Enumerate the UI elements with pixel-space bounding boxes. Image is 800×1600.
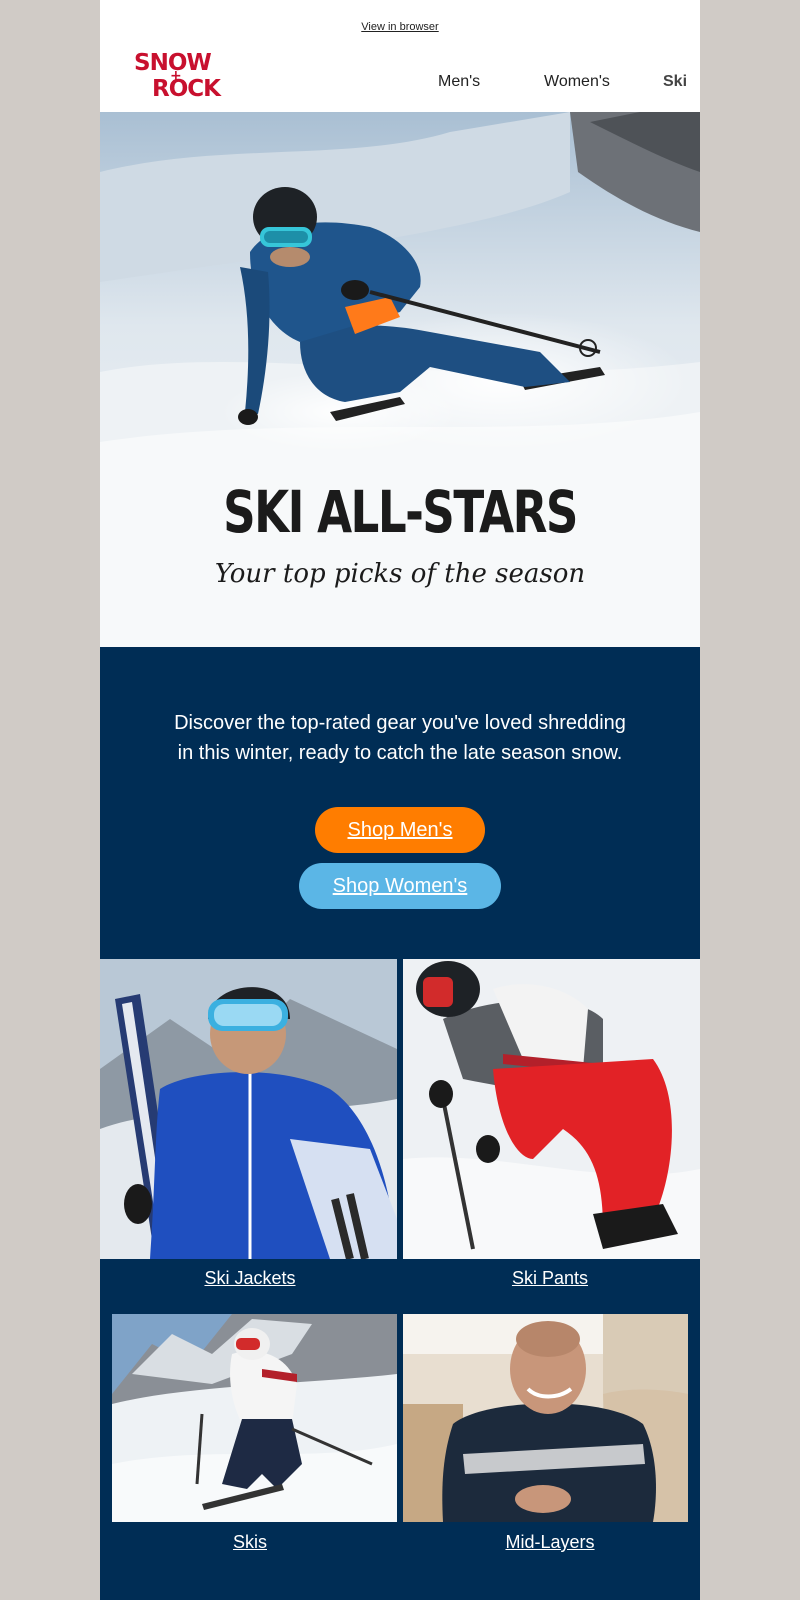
ski-pants-image[interactable] [403,959,700,1259]
skis-image[interactable] [112,1314,397,1522]
ski-jackets-image[interactable] [100,959,397,1259]
snow-rock-logo[interactable]: SNOW + ROCK [134,48,230,100]
hero-subtitle: Your top picks of the season [214,559,586,589]
intro-section: Discover the top-rated gear you've loved… [100,647,700,959]
email-container: View in browser SNOW + ROCK Men's Women'… [100,0,700,1600]
hero-banner[interactable]: SKI ALL-STARS Your top picks of the seas… [100,112,700,647]
skis-link[interactable]: Skis [100,1532,400,1553]
hero-title: SKI ALL-STARS [223,478,578,546]
skis-photo [112,1314,397,1522]
ski-pants-photo [403,959,700,1259]
mid-layers-link[interactable]: Mid-Layers [400,1532,700,1553]
ski-pants-link[interactable]: Ski Pants [400,1268,700,1289]
view-in-browser-link[interactable]: View in browser [100,21,700,33]
nav-ski[interactable]: Ski [663,73,687,91]
mid-layers-image[interactable] [403,1314,688,1522]
svg-text:ROCK: ROCK [152,76,222,100]
nav-mens[interactable]: Men's [438,73,480,91]
nav-womens[interactable]: Women's [544,73,610,91]
ski-jackets-photo [100,959,397,1259]
ski-jackets-link[interactable]: Ski Jackets [100,1268,400,1289]
shop-mens-button[interactable]: Shop Men's [315,807,485,853]
email-header: View in browser SNOW + ROCK Men's Women'… [100,0,700,112]
shop-womens-button[interactable]: Shop Women's [299,863,501,909]
intro-text: Discover the top-rated gear you've loved… [174,712,626,764]
mid-layers-photo [403,1314,688,1522]
